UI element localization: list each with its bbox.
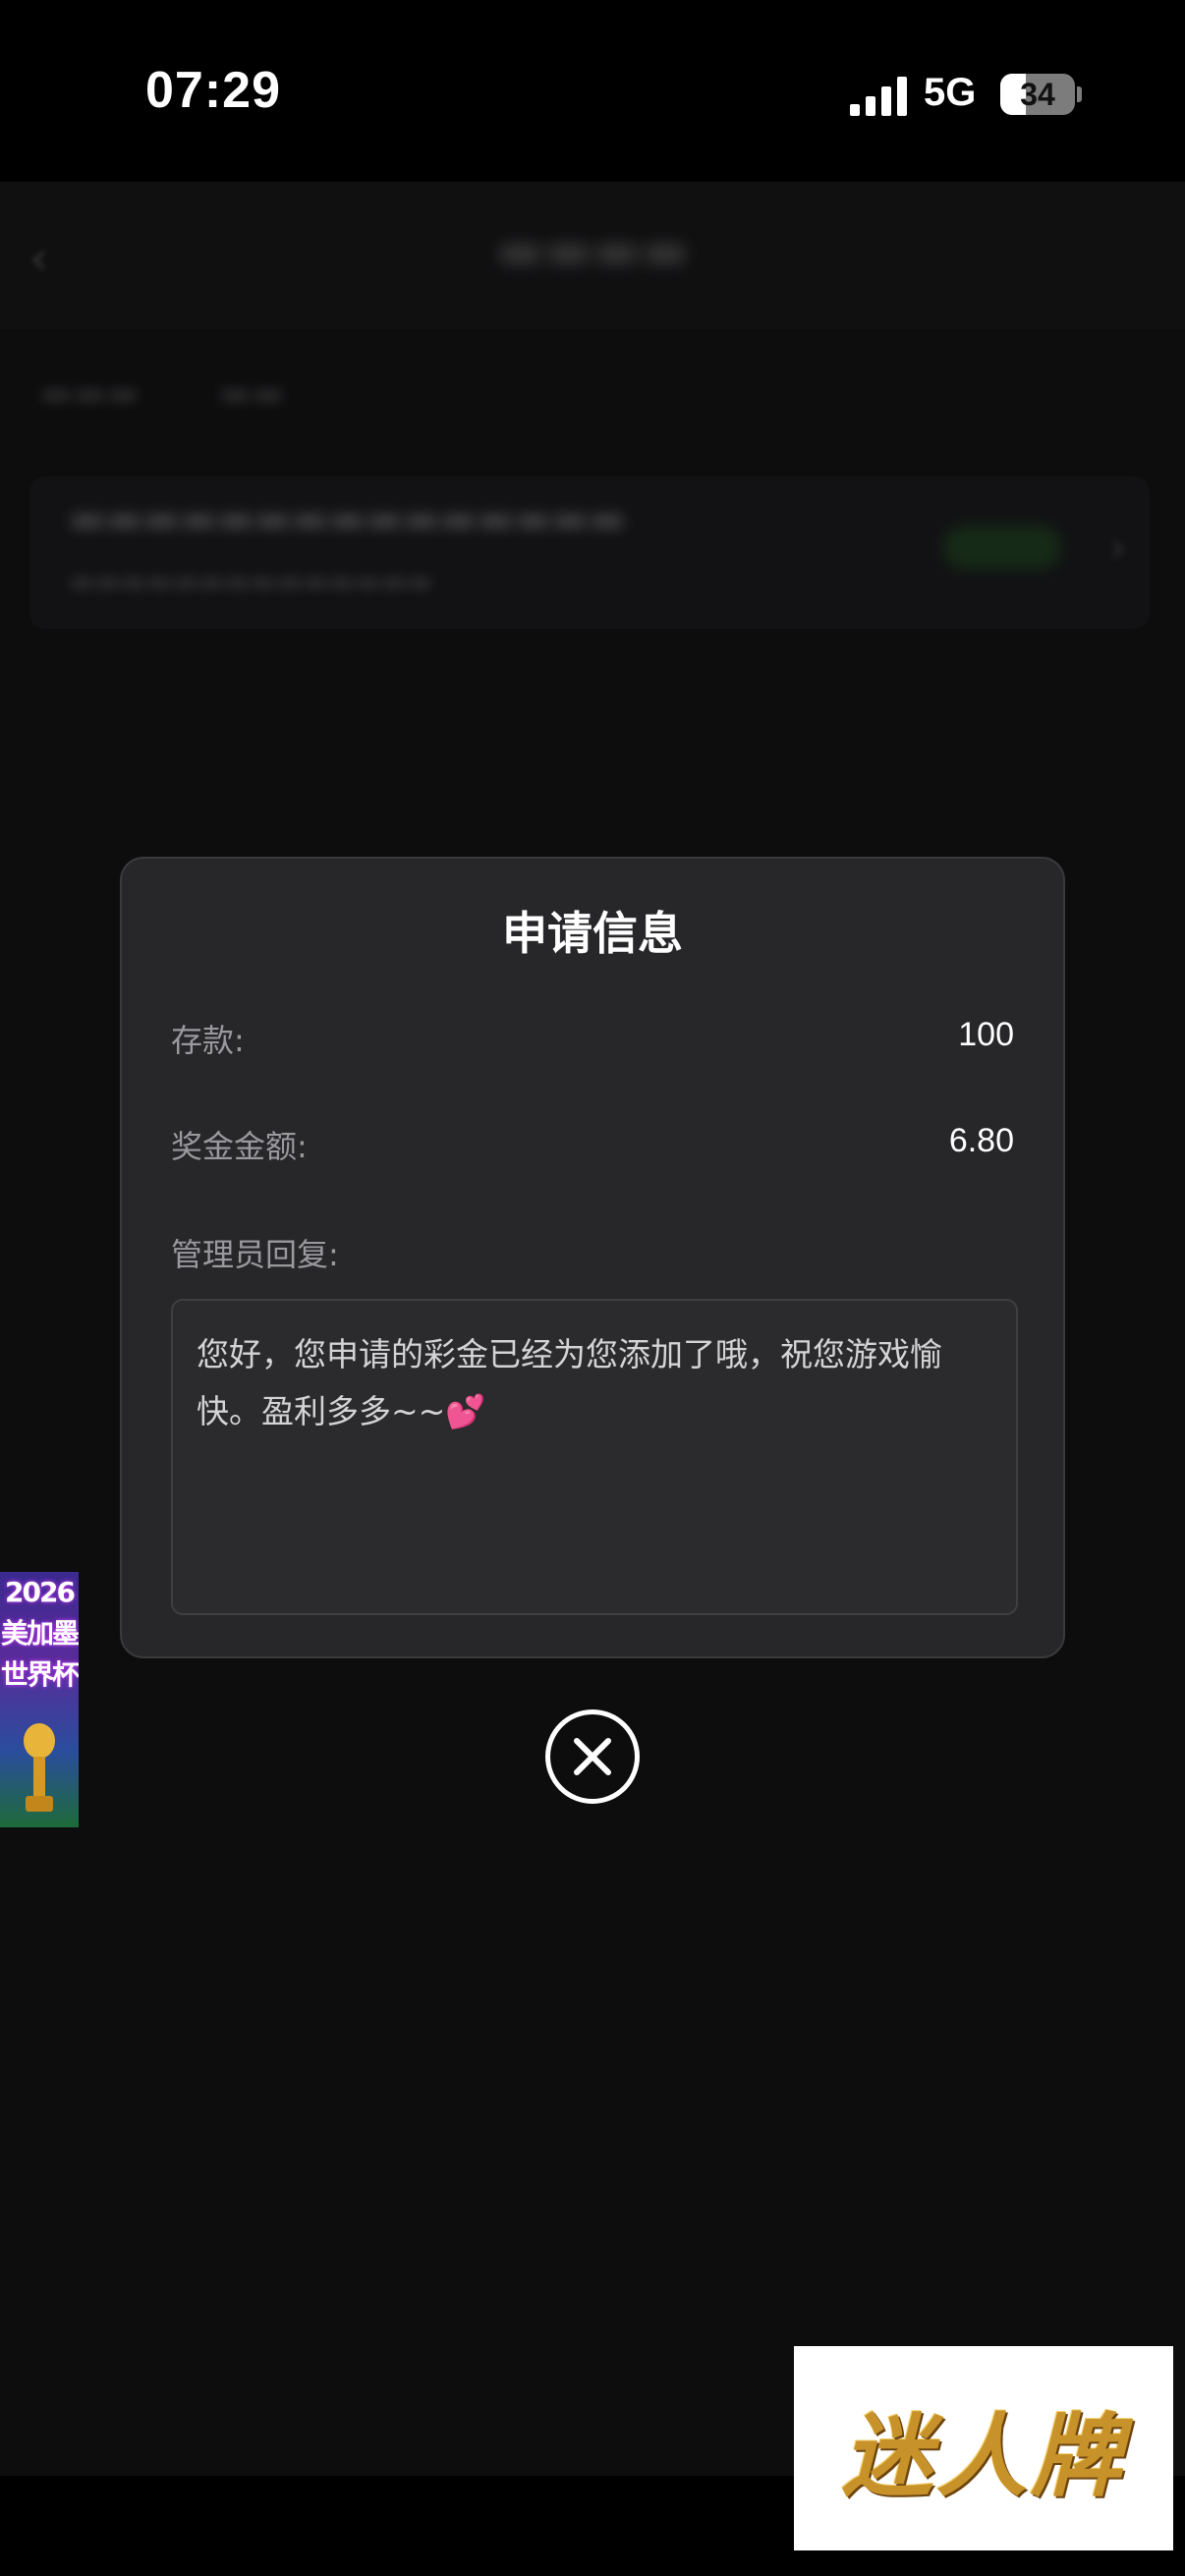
cellular-signal-icon (850, 77, 907, 116)
battery-tip (1077, 86, 1082, 102)
trophy-icon (24, 1723, 55, 1812)
battery-icon: 34 (1000, 74, 1075, 115)
battery-level: 34 (1020, 77, 1055, 112)
watermark-text: 迷人牌 (841, 2403, 1125, 2509)
modal-title: 申请信息 (502, 907, 683, 960)
watermark-logo: 迷人牌 (794, 2346, 1173, 2550)
admin-reply-label: 管理员回复: (171, 1236, 339, 1273)
status-time: 07:29 (145, 62, 281, 119)
deposit-label: 存款: (171, 1022, 245, 1059)
world-cup-ad-banner[interactable]: 2026 美加墨 世界杯 (0, 1572, 79, 1827)
close-circle-icon (574, 1738, 611, 1775)
banner-line-1: 2026 (5, 1576, 76, 1608)
bonus-amount-label: 奖金金额: (171, 1128, 308, 1165)
deposit-value: 100 (958, 1016, 1014, 1053)
bonus-amount-value: 6.80 (948, 1122, 1014, 1159)
application-info-modal: 申请信息 存款: 100 奖金金额: 6.80 管理员回复: 您好，您申请的彩金… (120, 857, 1065, 1658)
close-button[interactable] (545, 1709, 640, 1804)
admin-reply-box: 您好，您申请的彩金已经为您添加了哦，祝您游戏愉快。盈利多多~~💕 (171, 1299, 1018, 1615)
banner-line-3: 世界杯 (0, 1658, 79, 1691)
banner-line-2: 美加墨 (0, 1617, 79, 1650)
admin-reply-text: 您好，您申请的彩金已经为您添加了哦，祝您游戏愉快。盈利多多~~💕 (197, 1335, 942, 1430)
network-type: 5G (924, 71, 977, 114)
status-bar: 07:29 5G 34 (0, 0, 1185, 182)
